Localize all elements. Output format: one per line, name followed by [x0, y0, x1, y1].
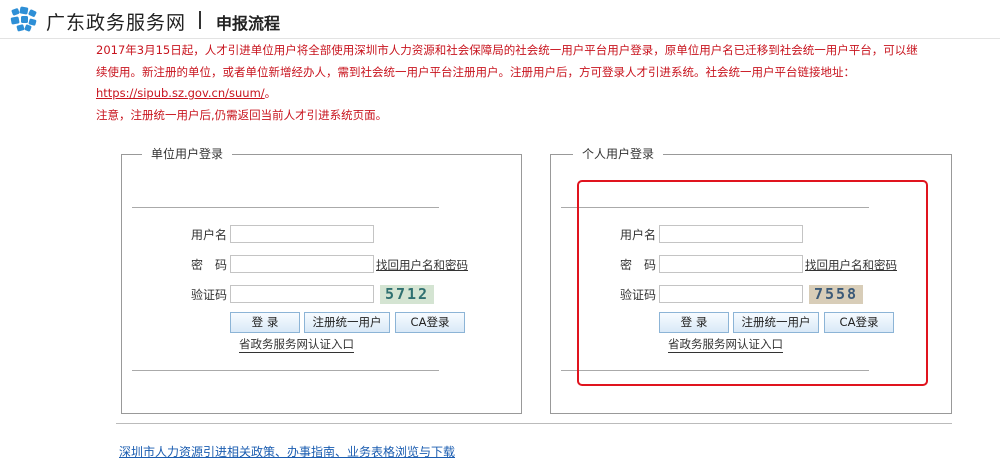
footer-divider: [116, 423, 952, 424]
unit-password-input[interactable]: [230, 255, 374, 273]
page-title: 申报流程: [216, 14, 281, 33]
password-label: 密 码: [191, 258, 228, 272]
policy-resources-link[interactable]: 深圳市人力资源引进相关政策、办事指南、业务表格浏览与下载: [119, 443, 455, 460]
unit-recover-account-link[interactable]: 找回用户名和密码: [376, 257, 468, 273]
unit-provincial-portal-link[interactable]: 省政务服务网认证入口: [239, 336, 354, 353]
unit-ca-login-button[interactable]: CA登录: [395, 312, 465, 333]
captcha-label: 验证码: [191, 288, 228, 302]
personal-login-legend: 个人用户登录: [573, 145, 664, 163]
header-divider: [199, 11, 201, 29]
notice-link-suffix: 。: [264, 86, 277, 100]
unit-login-button[interactable]: 登 录: [230, 312, 300, 333]
top-divider: [132, 207, 439, 208]
unit-username-input[interactable]: [230, 225, 374, 243]
notice-warning: 注意，注册统一用户后,仍需返回当前人才引进系统页面。: [96, 107, 388, 122]
unit-captcha-image[interactable]: 5712: [380, 285, 434, 304]
unified-platform-link[interactable]: https://sipub.sz.gov.cn/suum/: [96, 86, 265, 100]
unit-captcha-input[interactable]: [230, 285, 374, 303]
page-header: 广东政务服务网 申报流程: [0, 0, 1000, 39]
notice-paragraph: 2017年3月15日起，人才引进单位用户将全部使用深圳市人力资源和社会保障局的社…: [96, 40, 926, 105]
registration-notice: 2017年3月15日起，人才引进单位用户将全部使用深圳市人力资源和社会保障局的社…: [96, 40, 926, 126]
site-name[interactable]: 广东政务服务网: [46, 8, 186, 35]
unit-login-legend: 单位用户登录: [142, 145, 233, 163]
site-logo-icon[interactable]: [10, 6, 38, 32]
unit-login-panel: 单位用户登录 用户名 密 码 找回用户名和密码 验证码 5712 登 录 注册统…: [121, 145, 522, 414]
username-label: 用户名: [191, 228, 228, 242]
bottom-divider: [132, 370, 439, 371]
highlight-annotation-box: [577, 180, 928, 386]
unit-register-button[interactable]: 注册统一用户: [304, 312, 390, 333]
notice-text: 2017年3月15日起，人才引进单位用户将全部使用深圳市人力资源和社会保障局的社…: [96, 43, 918, 79]
